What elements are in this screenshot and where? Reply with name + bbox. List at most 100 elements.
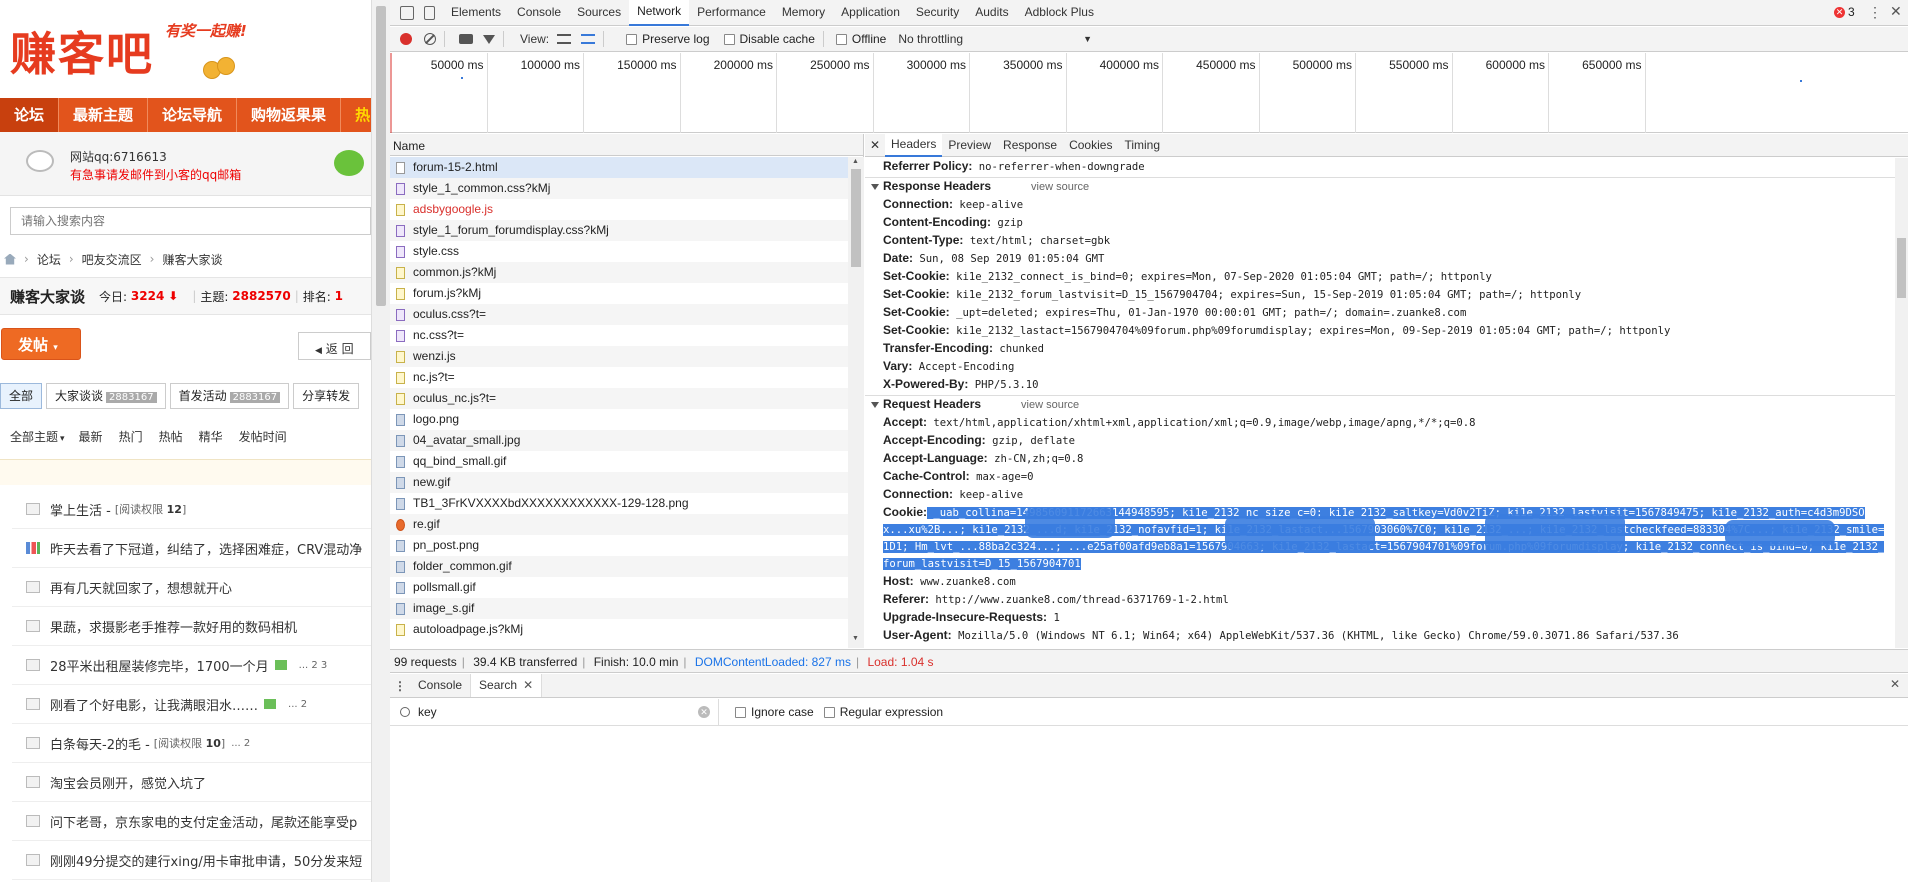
tab-memory[interactable]: Memory bbox=[774, 0, 833, 25]
header-row[interactable]: Host: www.zuanke8.com bbox=[865, 573, 1895, 591]
breadcrumb-forum[interactable]: 论坛 bbox=[37, 251, 61, 268]
header-row[interactable]: Set-Cookie: _upt=deleted; expires=Thu, 0… bbox=[865, 304, 1895, 322]
table-row[interactable]: 问下老哥，京东家电的支付定金活动，尾款还能享受p bbox=[12, 802, 371, 841]
request-row[interactable]: logo.png bbox=[390, 409, 848, 430]
header-row[interactable]: Connection: keep-alive bbox=[865, 196, 1895, 214]
request-name[interactable]: style.css bbox=[413, 241, 459, 262]
filter-icon[interactable] bbox=[483, 34, 495, 44]
header-row[interactable]: User-Agent: Mozilla/5.0 (Windows NT 6.1;… bbox=[865, 627, 1895, 645]
header-row[interactable]: Connection: keep-alive bbox=[865, 486, 1895, 504]
network-overview[interactable]: 50000 ms 100000 ms 150000 ms 200000 ms 25000… bbox=[390, 53, 1908, 133]
table-row[interactable]: 果蔬，求摄影老手推荐一款好用的数码相机 bbox=[12, 607, 371, 646]
throttling-dropdown-icon[interactable]: ▼ bbox=[1083, 34, 1092, 44]
thread-title[interactable]: 昨天去看了下冠道，纠结了，选择困难症，CRV混动净 bbox=[50, 539, 362, 558]
header-row[interactable]: Accept: text/html,application/xhtml+xml,… bbox=[865, 414, 1895, 432]
header-row[interactable]: Set-Cookie: ki1e_2132_connect_is_bind=0;… bbox=[865, 268, 1895, 286]
request-name[interactable]: forum-15-2.html bbox=[413, 157, 498, 178]
request-name[interactable]: oculus_nc.js?t= bbox=[413, 388, 496, 409]
tab-performance[interactable]: Performance bbox=[689, 0, 774, 25]
close-devtools-icon[interactable]: ✕ bbox=[1890, 3, 1902, 20]
request-name[interactable]: pollsmall.gif bbox=[413, 577, 476, 598]
header-row[interactable]: Content-Encoding: gzip bbox=[865, 214, 1895, 232]
request-name[interactable]: style_1_common.css?kMj bbox=[413, 178, 550, 199]
offline-checkbox[interactable] bbox=[835, 33, 847, 45]
request-row[interactable]: style.css bbox=[390, 241, 848, 262]
sort-option-2[interactable]: 热门 bbox=[119, 430, 143, 444]
breadcrumb-section[interactable]: 吧友交流区 bbox=[82, 251, 142, 268]
request-name[interactable]: forum.js?kMj bbox=[413, 283, 481, 304]
request-name[interactable]: nc.css?t= bbox=[413, 325, 464, 346]
detail-tab-response[interactable]: Response bbox=[997, 134, 1063, 156]
thread-title[interactable]: 刚刚49分提交的建行xing/用卡审批申请，50分发来短 bbox=[50, 851, 362, 870]
nav-item-0[interactable]: 论坛 bbox=[0, 98, 60, 132]
detail-tab-cookies[interactable]: Cookies bbox=[1063, 134, 1118, 156]
request-name[interactable]: 04_avatar_small.jpg bbox=[413, 430, 520, 451]
request-row[interactable]: re.gif bbox=[390, 514, 848, 535]
detail-tab-preview[interactable]: Preview bbox=[942, 134, 997, 156]
cookie-header-row[interactable]: Cookie: _uab_collina=1498560911726631449… bbox=[865, 504, 1885, 573]
request-row[interactable]: qq_bind_small.gif bbox=[390, 451, 848, 472]
thread-pages[interactable]: ... 2 bbox=[288, 699, 307, 710]
table-row[interactable]: 再有几天就回家了，想想就开心 bbox=[12, 568, 371, 607]
thread-title[interactable]: 淘宝会员刚开，感觉入坑了 bbox=[50, 773, 206, 792]
thread-title[interactable]: 28平米出租屋装修完毕，1700一个月 bbox=[50, 656, 269, 675]
tab-network[interactable]: Network bbox=[629, 0, 690, 26]
request-row[interactable]: image_s.gif bbox=[390, 598, 848, 619]
overview-icon[interactable] bbox=[581, 34, 596, 44]
request-name[interactable]: wenzi.js bbox=[413, 346, 456, 367]
header-row[interactable]: Accept-Language: zh-CN,zh;q=0.8 bbox=[865, 450, 1895, 468]
header-row[interactable]: Set-Cookie: ki1e_2132_lastact=1567904704… bbox=[865, 322, 1895, 340]
thread-title[interactable]: 掌上生活 - bbox=[50, 500, 111, 519]
site-logo[interactable]: 赚客吧 bbox=[10, 18, 154, 84]
table-row[interactable]: 刚看了个好电影，让我满眼泪水…… ... 2 bbox=[12, 685, 371, 724]
tab-application[interactable]: Application bbox=[833, 0, 908, 25]
request-row[interactable]: common.js?kMj bbox=[390, 262, 848, 283]
header-row[interactable]: Content-Type: text/html; charset=gbk bbox=[865, 232, 1895, 250]
large-rows-icon[interactable] bbox=[557, 34, 572, 44]
request-row[interactable]: autoloadpage.js?kMj bbox=[390, 619, 848, 640]
request-row[interactable]: forum.js?kMj bbox=[390, 283, 848, 304]
nav-item-4[interactable]: 热 bbox=[341, 98, 371, 132]
page-scrollbar[interactable] bbox=[371, 0, 390, 882]
thread-tab-3[interactable]: 分享转发 bbox=[293, 383, 360, 409]
tab-audits[interactable]: Audits bbox=[967, 0, 1016, 25]
request-list-scrollbar[interactable]: ▲ ▼ bbox=[848, 157, 864, 648]
record-icon[interactable] bbox=[400, 33, 412, 45]
request-name[interactable]: adsbygoogle.js bbox=[413, 199, 493, 220]
table-row[interactable]: 淘宝会员刚开，感觉入坑了 bbox=[12, 763, 371, 802]
nav-item-1[interactable]: 最新主题 bbox=[59, 98, 149, 132]
request-row[interactable]: style_1_common.css?kMj bbox=[390, 178, 848, 199]
sort-option-1[interactable]: 最新 bbox=[79, 430, 103, 444]
request-row[interactable]: nc.css?t= bbox=[390, 325, 848, 346]
regex-checkbox[interactable] bbox=[823, 706, 835, 718]
request-name[interactable]: autoloadpage.js?kMj bbox=[413, 619, 523, 640]
thread-title[interactable]: 果蔬，求摄影老手推荐一款好用的数码相机 bbox=[50, 617, 297, 636]
search-input[interactable]: key bbox=[418, 705, 698, 719]
header-row[interactable]: Referer: http://www.zuanke8.com/thread-6… bbox=[865, 591, 1895, 609]
preserve-log-checkbox[interactable] bbox=[626, 33, 638, 45]
thread-title[interactable]: 刚看了个好电影，让我满眼泪水…… bbox=[50, 695, 258, 714]
thread-tab-2[interactable]: 首发活动 2883167 bbox=[169, 383, 290, 409]
header-row[interactable]: X-Powered-By: PHP/5.3.10 bbox=[865, 376, 1895, 394]
request-name[interactable]: re.gif bbox=[413, 514, 440, 535]
sort-option-4[interactable]: 精华 bbox=[199, 430, 223, 444]
thread-title[interactable]: 再有几天就回家了，想想就开心 bbox=[50, 578, 232, 597]
name-column-header[interactable]: Name bbox=[390, 134, 863, 156]
thread-pages[interactable]: ... 2 bbox=[231, 738, 250, 749]
table-row[interactable]: 昨天去看了下冠道，纠结了，选择困难症，CRV混动净 bbox=[12, 529, 371, 568]
header-row[interactable]: Vary: Accept-Encoding bbox=[865, 358, 1895, 376]
thread-pages[interactable]: ... 2 3 bbox=[299, 660, 328, 671]
request-row[interactable]: wenzi.js bbox=[390, 346, 848, 367]
disable-cache-checkbox[interactable] bbox=[723, 33, 735, 45]
request-headers-section[interactable]: Request Headers view source bbox=[865, 396, 1895, 414]
back-button[interactable]: ◀ 返 回 bbox=[298, 332, 371, 360]
drawer-tab-console[interactable]: Console bbox=[410, 674, 472, 697]
request-name[interactable]: image_s.gif bbox=[413, 598, 474, 619]
thread-title[interactable]: 问下老哥，京东家电的支付定金活动，尾款还能享受p bbox=[50, 812, 357, 831]
breadcrumb-board[interactable]: 赚客大家谈 bbox=[162, 251, 222, 268]
sort-option-0[interactable]: 全部主题 bbox=[10, 430, 58, 444]
tab-sources[interactable]: Sources bbox=[569, 0, 629, 25]
header-row[interactable]: Set-Cookie: ki1e_2132_forum_lastvisit=D_… bbox=[865, 286, 1895, 304]
tab-console[interactable]: Console bbox=[509, 0, 569, 25]
tab-elements[interactable]: Elements bbox=[443, 0, 509, 25]
